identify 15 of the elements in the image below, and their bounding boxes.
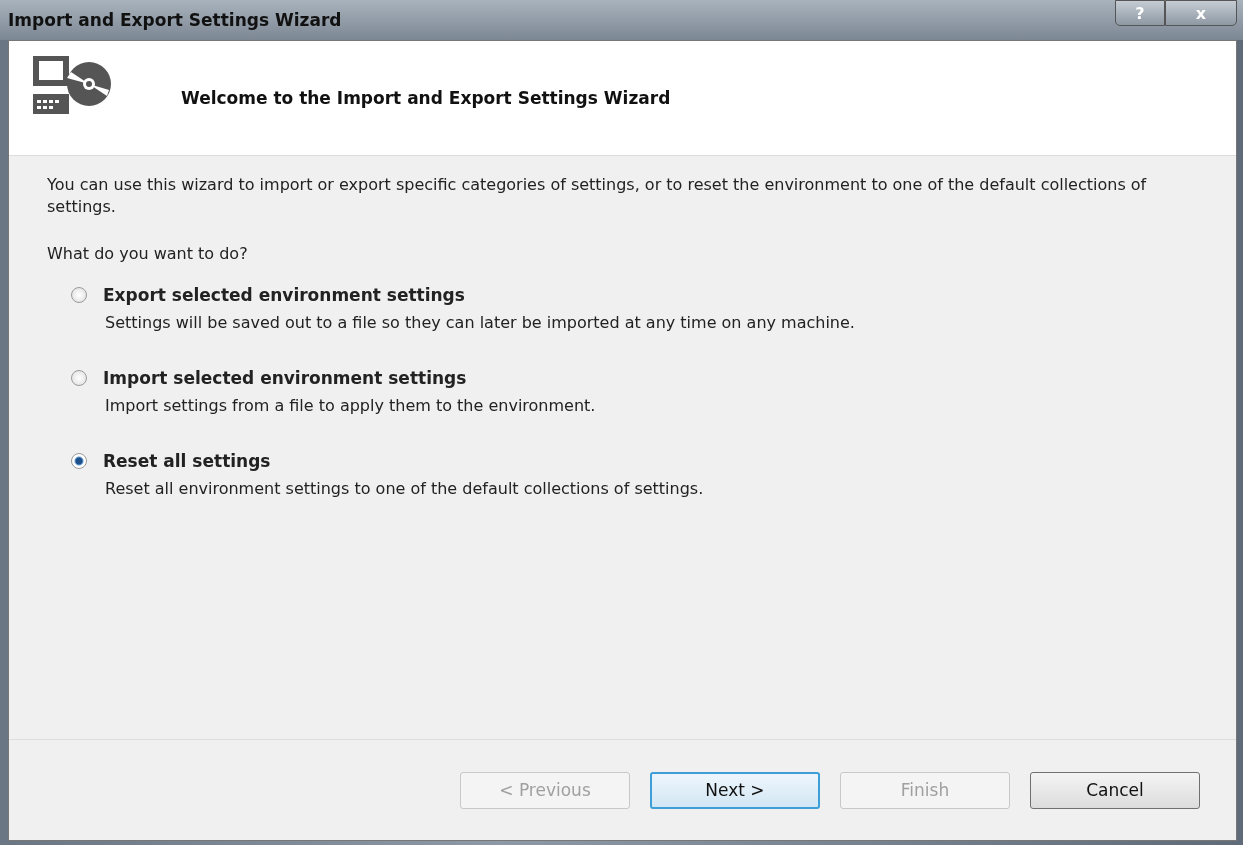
option-description: Import settings from a file to apply them to the environment. [105, 396, 597, 415]
question-text: What do you want to do? [47, 244, 249, 263]
wizard-button[interactable]: Cancel [1030, 771, 1200, 809]
option-label[interactable]: Reset all settings [103, 451, 271, 471]
wizard-button[interactable]: Next > [650, 771, 820, 809]
intro-text: You can use this wizard to import or export specific categories of settings, or to reset the environment to one of the default collections of settings. [47, 174, 1148, 218]
window-title: Import and Export Settings Wizard [8, 10, 342, 30]
option-description: Reset all environment settings to one of the default collections of settings. [105, 479, 705, 498]
wizard-heading: Welcome to the Import and Export Settings Wizard [181, 88, 671, 108]
radio-button[interactable] [71, 453, 87, 469]
radio-button[interactable] [71, 370, 87, 386]
radio-button[interactable] [71, 287, 87, 303]
option-label[interactable]: Export selected environment settings [103, 285, 465, 305]
option-label[interactable]: Import selected environment settings [103, 368, 467, 388]
option-description: Settings will be saved out to a file so they can later be imported at any time on any machine. [105, 313, 856, 332]
